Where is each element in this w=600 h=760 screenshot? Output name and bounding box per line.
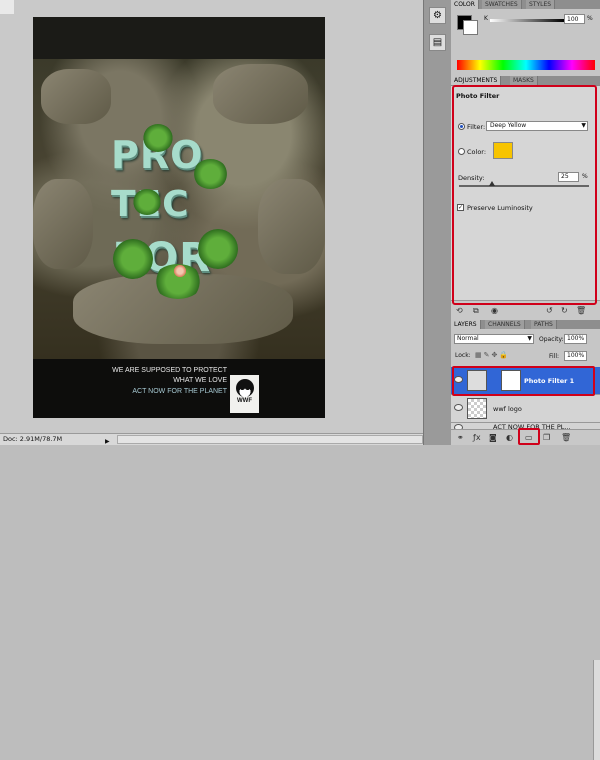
layer-thumbnail bbox=[467, 398, 487, 419]
foliage bbox=[193, 159, 228, 189]
tab-adjustments[interactable]: ADJUSTMENTS bbox=[451, 76, 502, 85]
highlight-box bbox=[452, 85, 597, 305]
horizontal-scrollbar[interactable] bbox=[117, 435, 423, 444]
document-canvas[interactable]: PRO TEC TOR WE ARE SUPPOSED TO PROTECT W… bbox=[33, 17, 325, 418]
reset-icon[interactable]: ↻ bbox=[561, 306, 568, 315]
tab-channels[interactable]: CHANNELS bbox=[485, 320, 525, 329]
canvas-area[interactable]: PRO TEC TOR WE ARE SUPPOSED TO PROTECT W… bbox=[0, 0, 423, 445]
poster-photo: PRO TEC TOR bbox=[33, 59, 325, 359]
view-previous-icon[interactable]: ↺ bbox=[546, 306, 553, 315]
k-channel-label: K bbox=[484, 15, 488, 22]
blend-mode-value: Normal bbox=[457, 335, 479, 342]
layer-name[interactable]: wwf logo bbox=[493, 405, 522, 413]
color-panel-tabs: COLOR SWATCHES STYLES bbox=[451, 0, 600, 9]
wwf-logo: WWF bbox=[230, 375, 259, 413]
doc-size-info: Doc: 2.91M/78.7M bbox=[3, 435, 63, 443]
background-color-swatch[interactable] bbox=[463, 20, 478, 35]
tab-color[interactable]: COLOR bbox=[451, 0, 479, 9]
color-spectrum-ramp[interactable] bbox=[457, 60, 595, 70]
tab-paths[interactable]: PATHS bbox=[531, 320, 557, 329]
fx-icon[interactable]: ƒx bbox=[473, 433, 481, 442]
layers-scrollbar[interactable] bbox=[593, 660, 600, 760]
lock-icons[interactable]: ▦✎✥🔒 bbox=[475, 351, 510, 359]
foliage bbox=[198, 229, 238, 269]
rock bbox=[33, 179, 93, 269]
lock-label: Lock: bbox=[455, 352, 471, 359]
poster-top-band bbox=[33, 17, 325, 59]
new-layer-icon[interactable]: ❐ bbox=[543, 433, 550, 442]
highlight-box bbox=[518, 428, 540, 445]
slogan-line: WHAT WE LOVE bbox=[173, 377, 227, 384]
rock bbox=[41, 69, 111, 124]
k-percent-label: % bbox=[587, 15, 593, 22]
clip-layer-icon[interactable]: ⧉ bbox=[473, 306, 479, 316]
slogan-line: ACT NOW FOR THE PLANET bbox=[132, 388, 227, 395]
adjustment-layer-icon[interactable]: ◐ bbox=[506, 433, 513, 442]
panda-icon bbox=[235, 379, 254, 397]
foliage bbox=[143, 124, 173, 152]
layer-row[interactable]: wwf logo bbox=[451, 395, 600, 423]
opacity-label: Opacity: bbox=[539, 336, 564, 343]
k-channel-slider[interactable] bbox=[490, 19, 564, 22]
fill-input[interactable]: 100% bbox=[564, 351, 587, 361]
blend-mode-select[interactable]: Normal ▼ bbox=[454, 334, 534, 344]
tab-masks[interactable]: MASKS bbox=[510, 76, 538, 85]
trash-icon[interactable]: 🗑 bbox=[576, 306, 586, 315]
foliage bbox=[133, 189, 161, 215]
visibility-icon[interactable]: ◉ bbox=[491, 306, 498, 315]
tab-swatches[interactable]: SWATCHES bbox=[482, 0, 522, 9]
navigator-panel-icon[interactable]: ▤ bbox=[429, 34, 446, 51]
adjustments-panel-tabs: ADJUSTMENTS MASKS bbox=[451, 76, 600, 85]
chevron-down-icon: ▼ bbox=[527, 335, 532, 342]
k-channel-value[interactable]: 100 bbox=[564, 14, 585, 24]
foliage bbox=[113, 239, 153, 279]
trash-icon[interactable]: 🗑 bbox=[561, 433, 571, 442]
panel-dock: ⚙ ▤ bbox=[423, 0, 451, 445]
layers-panel-tabs: LAYERS CHANNELS PATHS bbox=[451, 320, 600, 329]
slogan-line: WE ARE SUPPOSED TO PROTECT bbox=[112, 367, 227, 374]
opacity-input[interactable]: 100% bbox=[564, 334, 587, 344]
return-arrow-icon[interactable]: ⟲ bbox=[456, 306, 463, 315]
tab-styles[interactable]: STYLES bbox=[526, 0, 556, 9]
flower bbox=[173, 264, 187, 278]
history-panel-icon[interactable]: ⚙ bbox=[429, 7, 446, 24]
wwf-logo-text: WWF bbox=[237, 398, 252, 404]
status-menu-arrow-icon[interactable]: ▶ bbox=[105, 436, 110, 447]
highlight-box bbox=[452, 366, 595, 396]
fill-label: Fill: bbox=[549, 353, 560, 360]
tab-layers[interactable]: LAYERS bbox=[451, 320, 481, 329]
link-layers-icon[interactable]: ⚭ bbox=[457, 433, 464, 442]
rock bbox=[213, 64, 308, 124]
add-mask-icon[interactable]: ◙ bbox=[489, 433, 497, 442]
rock bbox=[258, 179, 325, 274]
eye-icon[interactable] bbox=[454, 404, 463, 411]
